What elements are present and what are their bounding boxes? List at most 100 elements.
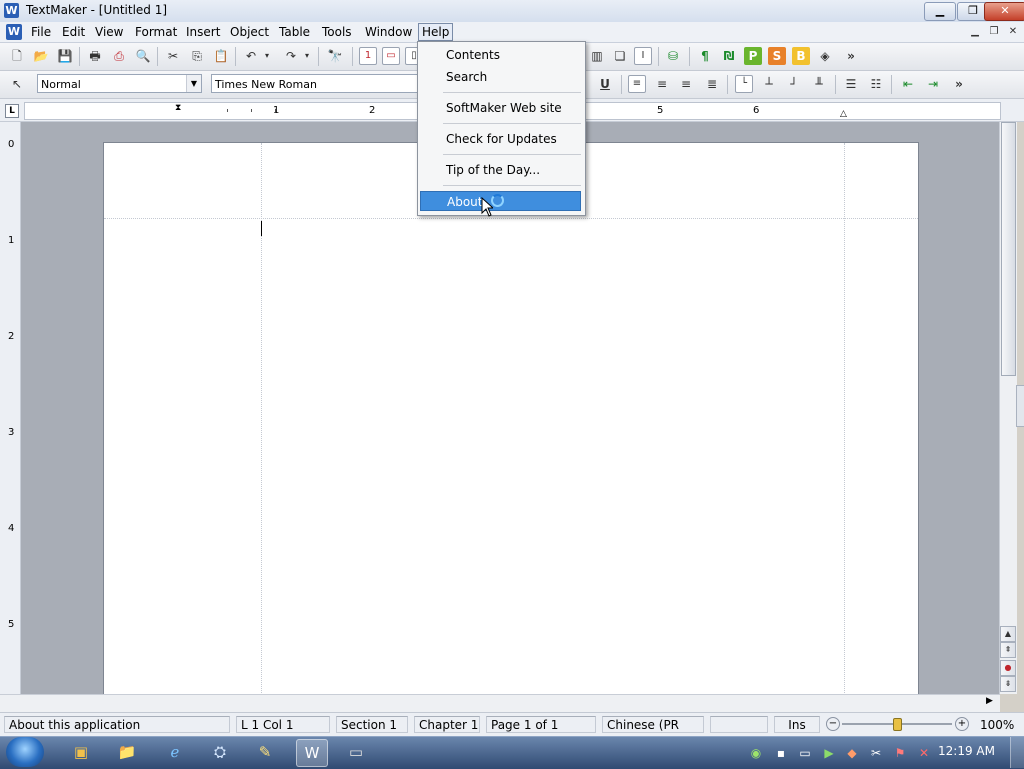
layers-icon[interactable]: ◈ bbox=[816, 47, 834, 65]
left-indent-marker[interactable]: ⧗ bbox=[175, 103, 181, 113]
redo-dropdown-icon[interactable]: ▾ bbox=[302, 47, 312, 65]
zoom-slider-thumb[interactable] bbox=[893, 718, 902, 731]
increase-indent-icon[interactable]: ⇥ bbox=[924, 75, 942, 93]
doc-close-button[interactable]: ✕ bbox=[1005, 25, 1021, 38]
status-insert-mode[interactable]: Ins bbox=[774, 716, 820, 733]
cut-icon[interactable]: ✂ bbox=[164, 47, 182, 65]
sidebar-toggle[interactable] bbox=[1016, 385, 1024, 427]
menu-view[interactable]: View bbox=[92, 24, 126, 40]
doc-restore-button[interactable]: ❐ bbox=[986, 25, 1002, 38]
paste-icon[interactable]: 📋 bbox=[212, 47, 230, 65]
print-preview-icon[interactable]: 🔍 bbox=[134, 47, 152, 65]
menu-item-check-updates[interactable]: Check for Updates bbox=[420, 129, 581, 149]
command-prompt-icon[interactable]: ▭ bbox=[341, 739, 371, 765]
horizontal-scrollbar[interactable]: ▶ bbox=[0, 694, 1000, 712]
menu-item-search[interactable]: Search bbox=[420, 67, 581, 87]
copy-icon[interactable]: ⎘ bbox=[188, 47, 206, 65]
align-center-icon[interactable]: ≡ bbox=[653, 75, 671, 93]
taskbar-clock[interactable]: 12:19 AM bbox=[938, 744, 995, 758]
paragraph-style-icon[interactable]: P bbox=[744, 47, 762, 65]
insert-field-icon[interactable]: ▭ bbox=[382, 47, 400, 65]
page-numbers-icon[interactable]: 1 bbox=[359, 47, 377, 65]
pointer-icon[interactable]: ↖ bbox=[8, 75, 26, 93]
font-select[interactable]: Times New Roman bbox=[211, 74, 421, 93]
zoom-out-icon[interactable]: − bbox=[826, 717, 840, 731]
close-button[interactable]: ✕ bbox=[984, 2, 1024, 21]
textframe-icon[interactable]: I bbox=[634, 47, 652, 65]
paragraph-style-select[interactable]: Normal ▼ bbox=[37, 74, 202, 93]
status-language[interactable]: Chinese (PR China) bbox=[602, 716, 704, 749]
chevron-down-icon[interactable]: ▼ bbox=[186, 75, 201, 92]
show-desktop-button[interactable] bbox=[1010, 737, 1024, 768]
tray-flag-icon[interactable]: ⚑ bbox=[892, 745, 908, 761]
export-pdf-icon[interactable]: ⎙ bbox=[110, 47, 128, 65]
justify-icon[interactable]: ≣ bbox=[703, 75, 721, 93]
menu-format[interactable]: Format bbox=[132, 24, 180, 40]
undo-dropdown-icon[interactable]: ▾ bbox=[262, 47, 272, 65]
status-chapter[interactable]: Chapter 1 bbox=[414, 716, 480, 733]
menu-window[interactable]: Window bbox=[362, 24, 415, 40]
start-button[interactable] bbox=[6, 737, 44, 767]
vertical-scrollbar[interactable]: ▲ ⇞ ● ⇟ bbox=[999, 122, 1017, 694]
tab-left-icon[interactable]: └ bbox=[735, 75, 753, 93]
previous-page-icon[interactable]: ⇞ bbox=[1000, 642, 1016, 658]
right-indent-marker[interactable]: △ bbox=[840, 109, 847, 119]
section-icon[interactable]: S bbox=[768, 47, 786, 65]
toolbar-overflow-icon[interactable]: » bbox=[950, 75, 968, 93]
pinned-app-icon[interactable]: ✎ bbox=[250, 739, 280, 765]
align-left-icon[interactable]: ≡ bbox=[628, 75, 646, 93]
tab-type-selector[interactable]: L bbox=[5, 104, 19, 118]
toolbar-overflow-icon[interactable]: » bbox=[842, 47, 860, 65]
menu-tools[interactable]: Tools bbox=[319, 24, 355, 40]
menu-item-contents[interactable]: Contents bbox=[420, 45, 581, 65]
menu-edit[interactable]: Edit bbox=[59, 24, 88, 40]
menu-insert[interactable]: Insert bbox=[183, 24, 223, 40]
document-page[interactable] bbox=[103, 142, 919, 694]
status-section[interactable]: Section 1 bbox=[336, 716, 408, 733]
scroll-up-icon[interactable]: ▲ bbox=[1000, 626, 1016, 642]
menu-file[interactable]: File bbox=[28, 24, 54, 40]
tray-play-icon[interactable]: ▶ bbox=[821, 745, 837, 761]
network-icon[interactable]: ⛭ bbox=[205, 739, 235, 765]
status-page[interactable]: Page 1 of 1 bbox=[486, 716, 596, 733]
internet-explorer-icon[interactable]: ℯ bbox=[160, 739, 190, 765]
chart-icon[interactable]: ▥ bbox=[588, 47, 606, 65]
character-style-icon[interactable]: ₪ bbox=[720, 47, 738, 65]
redo-icon[interactable]: ↷ bbox=[282, 47, 300, 65]
align-right-icon[interactable]: ≡ bbox=[677, 75, 695, 93]
tray-monitor-icon[interactable]: ▭ bbox=[797, 745, 813, 761]
numbered-list-icon[interactable]: ☷ bbox=[867, 75, 885, 93]
tab-right-icon[interactable]: ┘ bbox=[785, 75, 803, 93]
tab-decimal-icon[interactable]: ╨ bbox=[810, 75, 828, 93]
document-icon[interactable]: W bbox=[6, 24, 22, 40]
tray-globe-icon[interactable]: ◉ bbox=[748, 745, 764, 761]
textmaker-task-icon[interactable]: W bbox=[296, 739, 328, 767]
menu-object[interactable]: Object bbox=[227, 24, 272, 40]
open-folder-icon[interactable]: 📂 bbox=[32, 47, 50, 65]
find-icon[interactable]: 🔭 bbox=[326, 47, 344, 65]
menu-help[interactable]: Help bbox=[418, 23, 454, 41]
decrease-indent-icon[interactable]: ⇤ bbox=[899, 75, 917, 93]
status-position[interactable]: L 1 Col 1 bbox=[236, 716, 330, 733]
minimize-button[interactable]: ▁ bbox=[924, 2, 956, 21]
print-icon[interactable]: 🖶 bbox=[86, 47, 104, 65]
tab-center-icon[interactable]: ┴ bbox=[760, 75, 778, 93]
object-icon[interactable]: ❏ bbox=[611, 47, 629, 65]
new-document-icon[interactable]: 🗋 bbox=[8, 47, 26, 65]
book-icon[interactable]: B bbox=[792, 47, 810, 65]
menu-item-tip-of-day[interactable]: Tip of the Day... bbox=[420, 160, 581, 180]
browse-object-icon[interactable]: ● bbox=[1000, 660, 1016, 676]
menu-item-web-site[interactable]: SoftMaker Web site bbox=[420, 98, 581, 118]
menu-table[interactable]: Table bbox=[276, 24, 313, 40]
pilcrow-icon[interactable]: ¶ bbox=[696, 47, 714, 65]
folder-icon[interactable]: 📁 bbox=[112, 739, 142, 765]
zoom-level[interactable]: 100% bbox=[980, 718, 1014, 732]
tray-security-icon[interactable]: ◆ bbox=[844, 745, 860, 761]
zoom-in-icon[interactable]: + bbox=[955, 717, 969, 731]
app-icon[interactable]: W bbox=[4, 3, 19, 18]
database-icon[interactable]: ⛁ bbox=[664, 47, 682, 65]
next-page-icon[interactable]: ⇟ bbox=[1000, 676, 1016, 692]
save-icon[interactable]: 💾 bbox=[56, 47, 74, 65]
undo-icon[interactable]: ↶ bbox=[242, 47, 260, 65]
scroll-thumb[interactable] bbox=[1001, 122, 1016, 376]
